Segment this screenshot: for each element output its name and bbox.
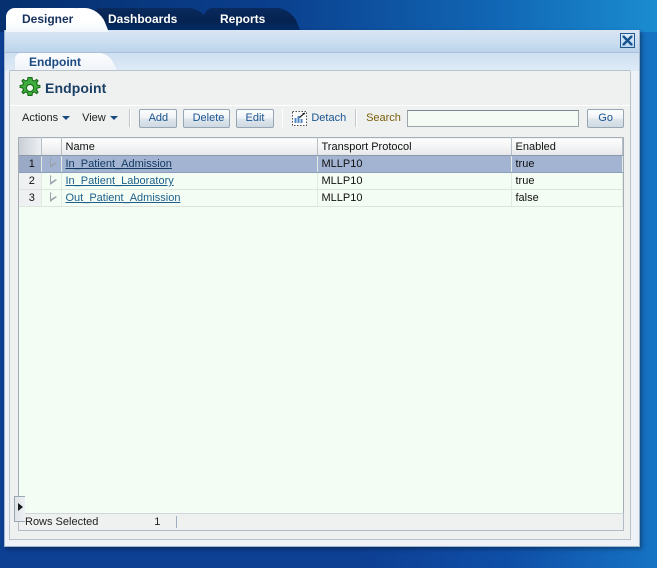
main-tab-strip: Designer Dashboards Reports (0, 0, 657, 32)
column-header-enabled[interactable]: Enabled (511, 137, 623, 156)
detach-icon (292, 110, 308, 126)
endpoint-table[interactable]: Name Transport Protocol Enabled 1 In_Pat… (18, 137, 624, 514)
sub-tab-endpoint-label: Endpoint (29, 55, 81, 69)
close-icon (622, 35, 633, 46)
sub-tab-strip: Endpoint (5, 53, 639, 71)
go-button[interactable]: Go (587, 108, 624, 128)
view-menu-button[interactable]: View (76, 109, 124, 127)
column-header-protocol[interactable]: Transport Protocol (317, 137, 512, 156)
gear-icon (19, 77, 41, 96)
add-button[interactable]: Add (138, 108, 177, 128)
detach-label: Detach (311, 112, 347, 124)
tab-designer-label: Designer (22, 12, 74, 26)
cell-name[interactable]: In_Patient_Laboratory (61, 172, 318, 190)
cell-enabled: false (511, 189, 623, 207)
tab-reports[interactable]: Reports (204, 8, 284, 32)
cell-protocol: MLLP10 (317, 172, 512, 190)
row-number: 2 (19, 172, 42, 190)
column-header-disclosure[interactable] (41, 137, 62, 156)
cell-name[interactable]: Out_Patient_Admission (61, 189, 318, 207)
toolbar-separator (281, 109, 284, 127)
endpoint-link[interactable]: In_Patient_Admission (66, 158, 172, 170)
page-title: Endpoint (45, 80, 107, 96)
status-separator (176, 516, 178, 528)
table-row[interactable]: 3 Out_Patient_Admission MLLP10 false (19, 189, 623, 207)
content-window: Endpoint Endpoint Actions View Add Delet… (4, 30, 640, 547)
actions-menu-button[interactable]: Actions (16, 109, 76, 127)
toolbar-separator (355, 109, 358, 127)
endpoint-link[interactable]: Out_Patient_Admission (66, 192, 181, 204)
chevron-down-icon (109, 116, 118, 120)
sub-tab-endpoint[interactable]: Endpoint (15, 53, 103, 71)
panel-splitter-handle[interactable] (14, 496, 25, 522)
table-header-row: Name Transport Protocol Enabled (19, 137, 623, 156)
cell-protocol: MLLP10 (317, 155, 512, 173)
row-number: 3 (19, 189, 42, 207)
cell-enabled: true (511, 155, 623, 173)
search-label: Search (366, 112, 401, 124)
cell-enabled: true (511, 172, 623, 190)
endpoint-link[interactable]: In_Patient_Laboratory (66, 175, 174, 187)
row-disclosure-toggle[interactable] (41, 172, 62, 190)
tab-designer[interactable]: Designer (6, 8, 92, 32)
expand-arrow-icon[interactable] (49, 174, 57, 185)
row-number: 1 (19, 155, 42, 173)
row-disclosure-toggle[interactable] (41, 155, 62, 173)
close-button[interactable] (620, 33, 635, 48)
delete-button[interactable]: Delete (182, 108, 230, 128)
actions-menu-label: Actions (22, 112, 59, 124)
search-input[interactable] (406, 109, 580, 127)
rows-selected-label: Rows Selected (25, 516, 99, 528)
tab-reports-label: Reports (220, 12, 266, 26)
toolbar-separator (128, 109, 131, 127)
table-row[interactable]: 1 In_Patient_Admission MLLP10 true (19, 155, 623, 173)
column-header-name[interactable]: Name (61, 137, 318, 156)
table-row[interactable]: 2 In_Patient_Laboratory MLLP10 true (19, 172, 623, 190)
detach-button[interactable]: Detach (288, 108, 350, 128)
window-header (5, 30, 639, 53)
cell-name[interactable]: In_Patient_Admission (61, 155, 318, 173)
chevron-right-icon (18, 503, 23, 511)
expand-arrow-icon[interactable] (49, 191, 57, 202)
tab-dashboards-label: Dashboards (108, 12, 178, 26)
table-toolbar: Actions View Add Delete Edit Detach Sear… (10, 105, 630, 130)
expand-arrow-icon[interactable] (49, 157, 57, 168)
page-title-row: Endpoint (10, 71, 630, 105)
application-window: Designer Dashboards Reports Endpoint End… (0, 0, 657, 568)
rows-selected-value: 1 (154, 516, 161, 528)
cell-protocol: MLLP10 (317, 189, 512, 207)
status-bar: Rows Selected 1 (14, 496, 624, 531)
edit-button[interactable]: Edit (235, 108, 274, 128)
column-header-rownum[interactable] (19, 137, 42, 156)
chevron-down-icon (62, 116, 71, 120)
content-card: Endpoint Actions View Add Delete Edit De… (9, 70, 631, 540)
view-menu-label: View (82, 112, 106, 124)
row-disclosure-toggle[interactable] (41, 189, 62, 207)
